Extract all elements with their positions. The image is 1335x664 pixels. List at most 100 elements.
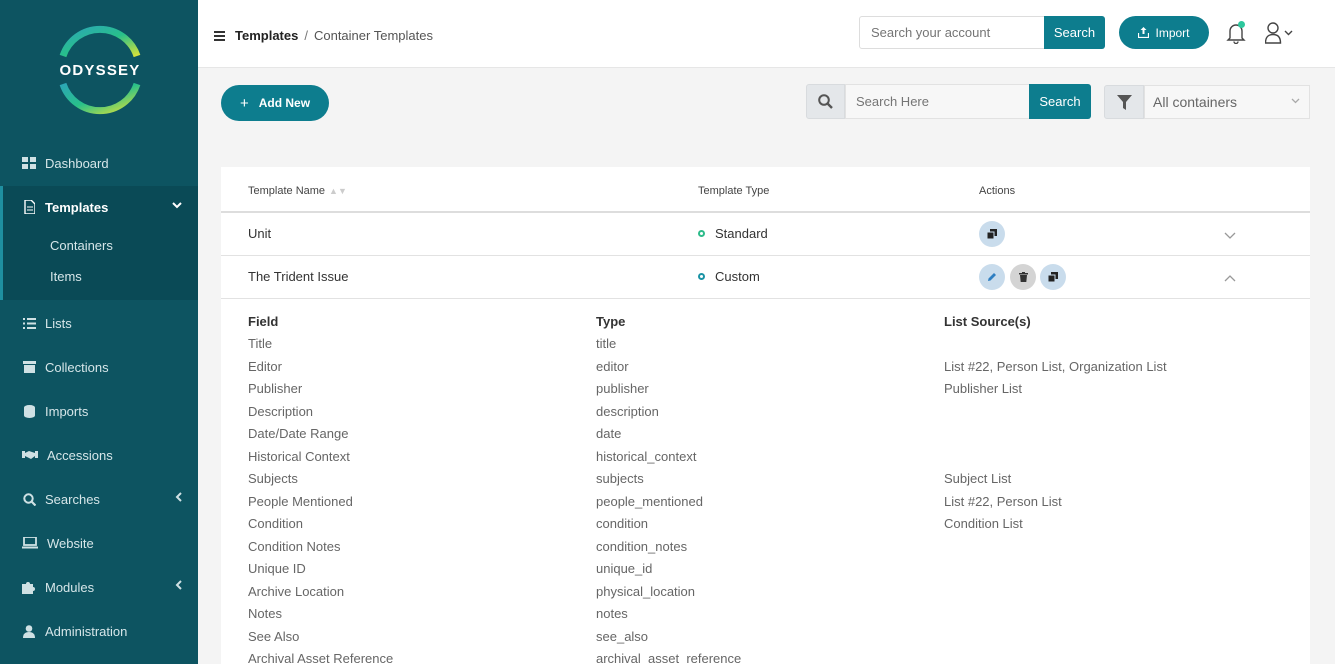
delete-button[interactable] [1010,264,1036,290]
column-header-actions: Actions [979,185,1016,197]
template-search-input[interactable] [845,84,1030,119]
sidebar-item-searches[interactable]: Searches [0,484,198,514]
filter-value: All containers [1153,94,1238,110]
account-search-input[interactable] [859,16,1045,49]
subnav-items[interactable]: Items [50,269,82,284]
sidebar-item-lists[interactable]: Lists [0,308,198,338]
status-dot-icon [698,273,705,280]
detail-source: Condition List [944,516,1023,531]
detail-field: Publisher [248,381,303,396]
detail-type: historical_context [596,448,697,464]
breadcrumb-templates[interactable]: Templates [235,28,298,43]
copy-button[interactable] [1040,264,1066,290]
detail-field: Unique ID [248,561,306,576]
search-icon [806,84,845,119]
pencil-icon [987,272,997,282]
sidebar-item-label: Searches [45,491,100,507]
laptop-icon [22,536,38,550]
detail-type: publisher [596,381,649,396]
sidebar: ODYSSEY Dashboard Templates Containers I… [0,0,198,664]
collapse-chevron-icon[interactable] [1224,271,1236,285]
breadcrumb-container-templates: Container Templates [313,28,433,43]
sidebar-item-label: Accessions [47,447,113,463]
detail-type: notes [596,606,628,621]
column-header-type: Template Type [698,185,770,197]
sidebar-item-label: Website [47,535,94,551]
hamburger-icon[interactable] [214,31,225,41]
sidebar-item-templates[interactable]: Templates [0,192,198,222]
breadcrumb: Templates / Container Templates [235,28,433,43]
template-name[interactable]: Unit [248,226,271,241]
copy-icon [1048,272,1058,282]
detail-type: see_also [596,628,649,644]
sidebar-item-website[interactable]: Website [0,528,198,558]
add-new-button[interactable]: + Add New [221,85,329,121]
detail-type: description [596,403,659,419]
sidebar-item-collections[interactable]: Collections [0,352,198,382]
container-filter-select[interactable]: All containers [1144,85,1310,119]
detail-field: Notes [248,606,282,621]
import-label: Import [1155,25,1190,40]
sort-icon[interactable]: ▲▼ [329,186,347,196]
sidebar-item-dashboard[interactable]: Dashboard [0,148,198,178]
template-name[interactable]: The Trident Issue [248,269,348,284]
import-button[interactable]: Import [1119,16,1209,49]
document-icon [22,200,36,214]
detail-type: date [596,426,622,441]
detail-type: condition [596,516,649,531]
detail-header-field: Field [248,314,279,329]
detail-type: people_mentioned [596,493,703,509]
templates-table: Template Name ▲▼ Template Type Actions Un… [221,167,1310,664]
chevron-left-icon [175,492,182,505]
detail-source: List #22, Person List [944,493,1062,509]
archive-icon [22,360,36,374]
user-icon [22,624,36,638]
detail-type: subjects [596,471,644,486]
search-icon [22,492,36,506]
sidebar-item-label: Templates [45,199,109,215]
top-header: Templates/Container Templates Search Imp… [198,0,1335,68]
subnav-containers[interactable]: Containers [50,238,113,253]
template-search-button[interactable]: Search [1029,84,1091,119]
detail-field: Archival Asset Reference [248,651,394,664]
detail-source: Subject List [944,471,1012,486]
detail-field: See Also [248,628,300,644]
upload-icon [1138,27,1150,38]
copy-button[interactable] [979,221,1005,247]
detail-type: condition_notes [596,538,688,554]
sidebar-item-imports[interactable]: Imports [0,396,198,426]
sidebar-item-label: Dashboard [45,155,109,171]
list-icon [22,316,36,330]
detail-field: Archive Location [248,583,345,599]
header-divider [221,211,1310,213]
database-icon [22,404,36,418]
detail-type: unique_id [596,561,653,576]
sidebar-item-label: Administration [45,623,128,639]
puzzle-icon [22,580,36,594]
detail-field: People Mentioned [248,493,353,509]
odyssey-logo[interactable]: ODYSSEY [50,22,150,118]
sidebar-item-modules[interactable]: Modules [0,572,198,602]
row-divider [221,298,1310,299]
detail-field: Editor [248,358,282,374]
template-type-label: Standard [715,226,768,241]
template-type: Custom [698,269,760,284]
detail-source: Publisher List [944,381,1023,396]
detail-type: editor [596,358,629,374]
dashboard-icon [22,156,36,170]
sidebar-item-administration[interactable]: Administration [0,616,198,646]
detail-type: title [596,336,617,351]
account-search-button[interactable]: Search [1044,16,1105,49]
sidebar-item-label: Imports [45,403,89,419]
detail-field: Title [248,336,273,351]
user-menu-icon[interactable] [1264,22,1295,44]
sidebar-item-accessions[interactable]: Accessions [0,440,198,470]
column-header-name[interactable]: Template Name ▲▼ [248,185,347,197]
sidebar-item-label: Modules [45,579,95,595]
expand-chevron-icon[interactable] [1224,228,1236,242]
logo-text: ODYSSEY [59,62,141,79]
edit-button[interactable] [979,264,1005,290]
detail-header-type: Type [596,314,626,329]
detail-type: physical_location [596,583,696,599]
trash-icon [1018,272,1028,282]
